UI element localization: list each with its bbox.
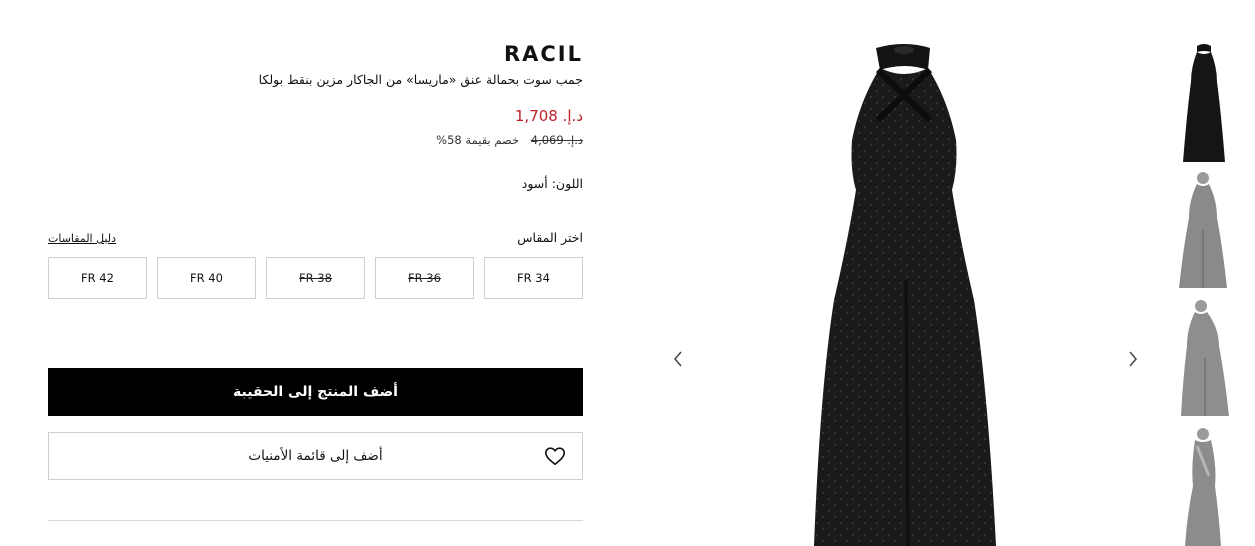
chevron-right-icon[interactable]: [1123, 349, 1143, 369]
size-option-fr34[interactable]: FR 34: [484, 257, 583, 299]
product-title: جمب سوت بحمالة عنق «ماريسا» من الجاكار م…: [258, 72, 583, 87]
size-option-fr36[interactable]: FR 36: [375, 257, 474, 299]
heart-icon: [545, 447, 565, 466]
thumbnail-3[interactable]: [1175, 298, 1233, 418]
size-option-label: FR 38: [299, 271, 332, 285]
chevron-left-icon[interactable]: [668, 349, 688, 369]
add-to-wishlist-label: أضف إلى قائمة الأمنيات: [248, 448, 383, 464]
size-option-label: FR 42: [81, 271, 114, 285]
divider: [48, 520, 583, 521]
size-option-label: FR 36: [408, 271, 441, 285]
product-main-image[interactable]: [790, 40, 1020, 546]
brand-name[interactable]: RACIL: [300, 42, 583, 66]
thumbnail-4[interactable]: [1175, 426, 1233, 546]
sale-price: د.إ. 1,708: [514, 107, 583, 125]
size-option-fr42[interactable]: FR 42: [48, 257, 147, 299]
discount-label: خصم بقيمة 58%: [436, 133, 520, 147]
size-guide-link[interactable]: دليل المقاسات: [48, 232, 116, 245]
add-to-wishlist-button[interactable]: أضف إلى قائمة الأمنيات: [48, 432, 583, 480]
color-label: اللون: أسود: [521, 176, 583, 191]
size-select-label: اختر المقاس: [517, 230, 583, 245]
thumbnail-1[interactable]: [1175, 42, 1233, 162]
thumbnail-2[interactable]: [1175, 170, 1233, 290]
size-option-label: FR 40: [190, 271, 223, 285]
price-row: د.إ. 4,069 خصم بقيمة 58%: [300, 133, 583, 147]
size-option-label: FR 34: [517, 271, 550, 285]
size-option-fr40[interactable]: FR 40: [157, 257, 256, 299]
top-cutoff-text: [500, 0, 630, 2]
original-price: د.إ. 4,069: [530, 133, 583, 147]
size-option-fr38[interactable]: FR 38: [266, 257, 365, 299]
add-to-bag-label: أضف المنتج إلى الحقيبة: [233, 384, 398, 400]
size-options: FR 34 FR 36 FR 38 FR 40 FR 42: [48, 257, 583, 299]
add-to-bag-button[interactable]: أضف المنتج إلى الحقيبة: [48, 368, 583, 416]
